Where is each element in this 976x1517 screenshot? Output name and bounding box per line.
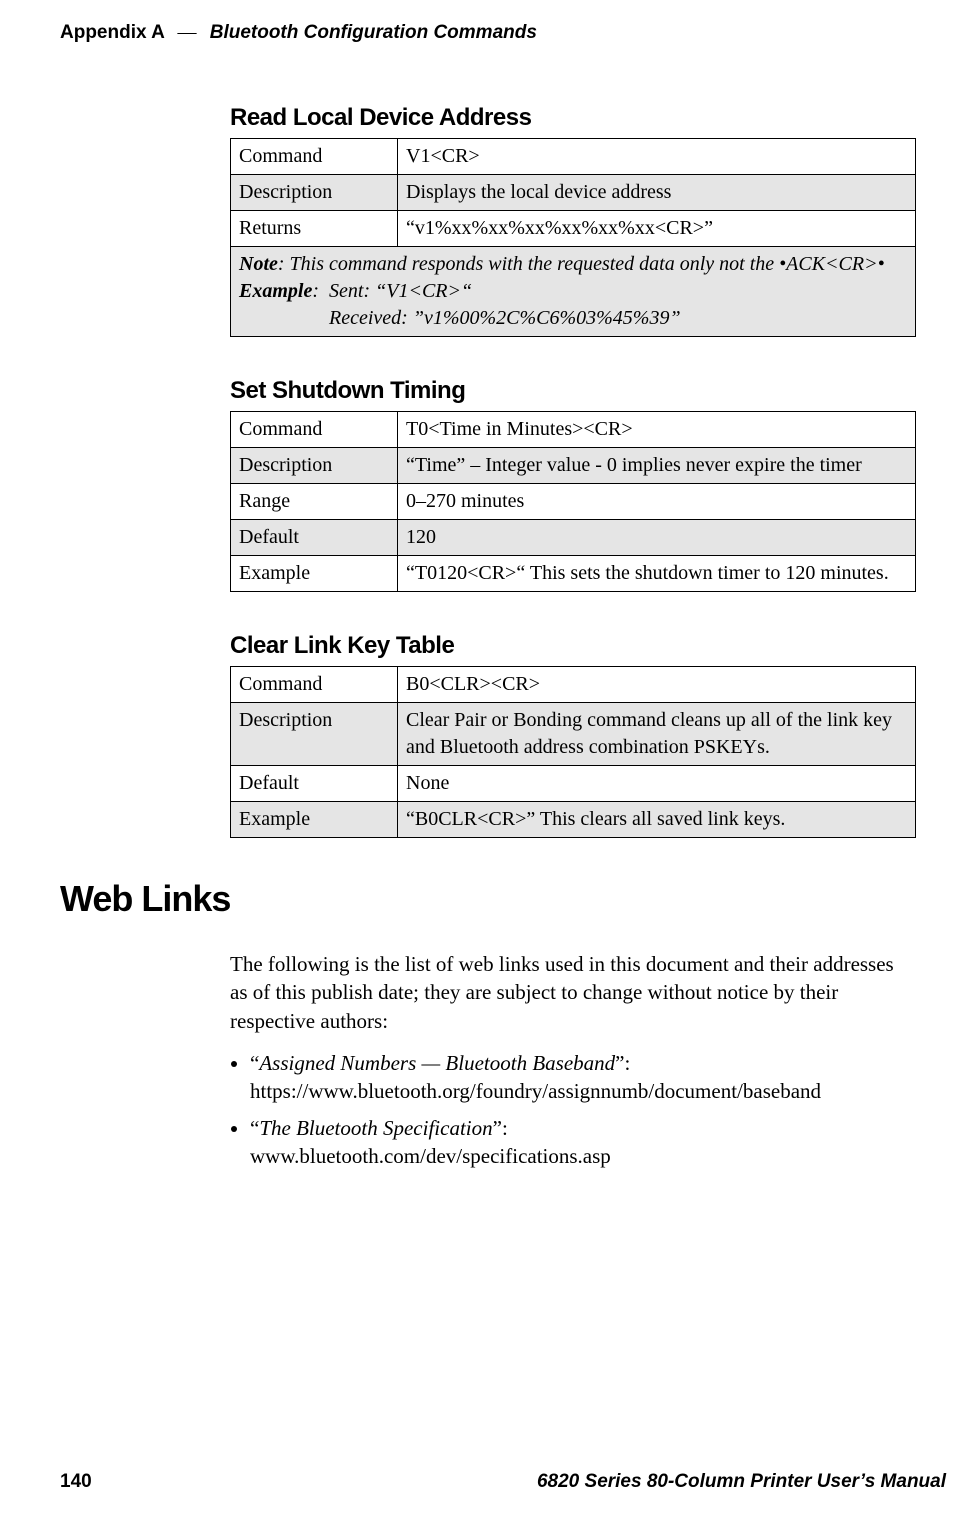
table-row: Command V1<CR> xyxy=(231,139,916,175)
read-local-title: Read Local Device Address xyxy=(230,104,916,132)
cell-label: Command xyxy=(231,667,398,703)
cell-label: Returns xyxy=(231,211,398,247)
manual-title: 6820 Series 80-Column Printer User’s Man… xyxy=(537,1471,946,1493)
note-lead: Note xyxy=(239,253,278,275)
cell-label: Default xyxy=(231,766,398,802)
table-row: Description Displays the local device ad… xyxy=(231,175,916,211)
list-item: “Assigned Numbers — Bluetooth Baseband”:… xyxy=(250,1049,916,1106)
web-links-intro: The following is the list of web links u… xyxy=(230,950,916,1035)
cell-value: “v1%xx%xx%xx%xx%xx%xx<CR>” xyxy=(398,211,916,247)
cell-label: Example xyxy=(231,802,398,838)
appendix-label: Appendix A xyxy=(60,22,164,43)
table-row: Description Clear Pair or Bonding comman… xyxy=(231,703,916,766)
table-row: Example “T0120<CR>“ This sets the shutdo… xyxy=(231,556,916,592)
list-item: “The Bluetooth Specification”: www.bluet… xyxy=(250,1114,916,1171)
table-row: Example “B0CLR<CR>” This clears all save… xyxy=(231,802,916,838)
running-title: Bluetooth Configuration Commands xyxy=(210,22,537,43)
cell-value: “B0CLR<CR>” This clears all saved link k… xyxy=(398,802,916,838)
clear-link-table: Command B0<CLR><CR> Description Clear Pa… xyxy=(230,666,916,838)
example-lead: Example xyxy=(239,280,312,302)
cell-label: Command xyxy=(231,139,398,175)
read-local-table: Command V1<CR> Description Displays the … xyxy=(230,138,916,337)
em-dash: — xyxy=(169,22,204,43)
page-number: 140 xyxy=(60,1471,92,1493)
web-links-list: “Assigned Numbers — Bluetooth Baseband”:… xyxy=(230,1049,916,1170)
cell-label: Example xyxy=(231,556,398,592)
link-url: www.bluetooth.com/dev/specifications.asp xyxy=(250,1144,611,1168)
note-text: : This command responds with the request… xyxy=(278,253,885,275)
table-row: Command B0<CLR><CR> xyxy=(231,667,916,703)
footer: 140 6820 Series 80-Column Printer User’s… xyxy=(60,1471,946,1493)
link-url: https://www.bluetooth.org/foundry/assign… xyxy=(250,1079,821,1103)
link-title: The Bluetooth Specification xyxy=(259,1116,492,1140)
cell-value: Displays the local device address xyxy=(398,175,916,211)
example-sent: Sent: “V1<CR>“ xyxy=(329,280,472,302)
table-row: Description “Time” – Integer value - 0 i… xyxy=(231,448,916,484)
cell-label: Default xyxy=(231,520,398,556)
web-links-heading: Web Links xyxy=(60,878,916,920)
cell-value: T0<Time in Minutes><CR> xyxy=(398,412,916,448)
clear-link-title: Clear Link Key Table xyxy=(230,632,916,660)
table-row: Range 0–270 minutes xyxy=(231,484,916,520)
cell-label: Description xyxy=(231,175,398,211)
cell-value: “Time” – Integer value - 0 implies never… xyxy=(398,448,916,484)
table-row: Command T0<Time in Minutes><CR> xyxy=(231,412,916,448)
table-row: Returns “v1%xx%xx%xx%xx%xx%xx<CR>” xyxy=(231,211,916,247)
cell-label: Range xyxy=(231,484,398,520)
running-head: Appendix A — Bluetooth Configuration Com… xyxy=(60,22,916,44)
link-title: Assigned Numbers — Bluetooth Baseband xyxy=(259,1051,615,1075)
table-row: Note: This command responds with the req… xyxy=(231,247,916,337)
cell-value: V1<CR> xyxy=(398,139,916,175)
cell-label: Description xyxy=(231,703,398,766)
cell-value: 0–270 minutes xyxy=(398,484,916,520)
note-cell: Note: This command responds with the req… xyxy=(231,247,916,337)
example-received: Received: ”v1%00%2C%C6%03%45%39” xyxy=(329,307,681,329)
cell-value: “T0120<CR>“ This sets the shutdown timer… xyxy=(398,556,916,592)
set-shutdown-title: Set Shutdown Timing xyxy=(230,377,916,405)
cell-value: None xyxy=(398,766,916,802)
cell-label: Description xyxy=(231,448,398,484)
cell-label: Command xyxy=(231,412,398,448)
table-row: Default None xyxy=(231,766,916,802)
cell-value: Clear Pair or Bonding command cleans up … xyxy=(398,703,916,766)
table-row: Default 120 xyxy=(231,520,916,556)
cell-value: 120 xyxy=(398,520,916,556)
cell-value: B0<CLR><CR> xyxy=(398,667,916,703)
set-shutdown-table: Command T0<Time in Minutes><CR> Descript… xyxy=(230,411,916,592)
